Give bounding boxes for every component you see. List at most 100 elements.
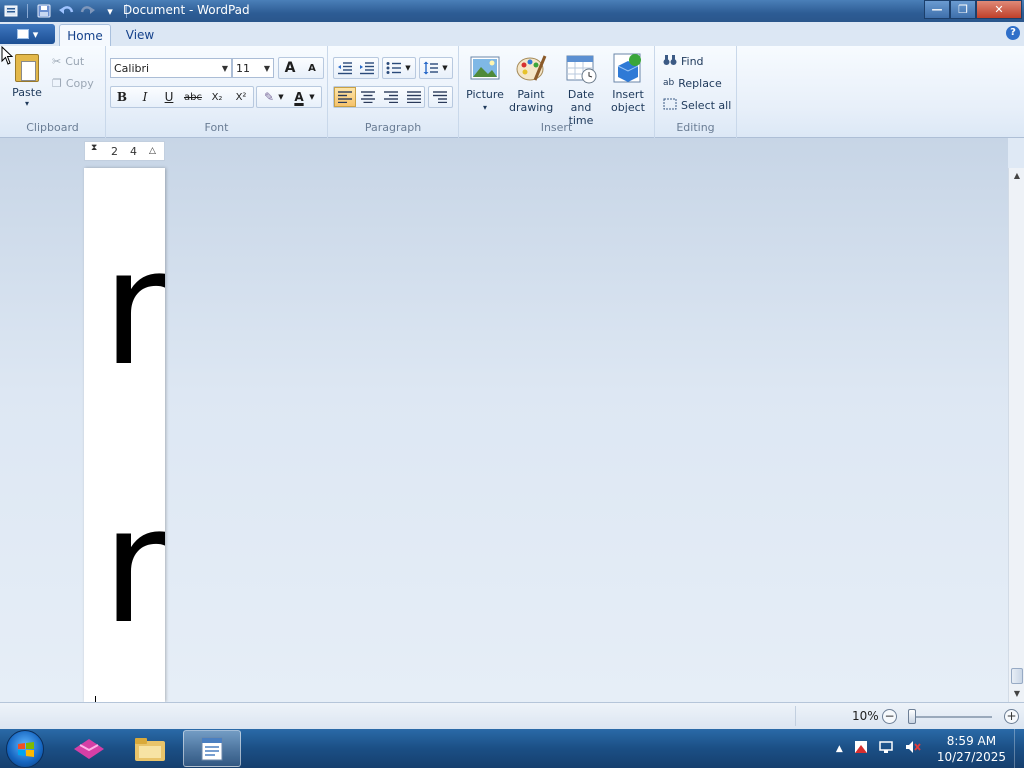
clock-date: 10/27/2025 bbox=[936, 749, 1006, 764]
chevron-down-icon[interactable]: ▼ bbox=[403, 58, 413, 78]
scroll-up-icon[interactable]: ▲ bbox=[1009, 168, 1024, 184]
network-icon[interactable] bbox=[879, 739, 895, 758]
scroll-thumb[interactable] bbox=[1011, 668, 1023, 684]
show-hidden-icons-icon[interactable]: ▲ bbox=[836, 744, 843, 754]
tab-home[interactable]: Home bbox=[59, 24, 111, 46]
scissors-icon: ✂ bbox=[52, 54, 62, 68]
show-desktop-button[interactable] bbox=[1014, 729, 1024, 768]
first-line-indent-icon[interactable]: ⧗ bbox=[91, 143, 97, 153]
customize-qat-icon[interactable]: ▾ bbox=[101, 3, 119, 19]
taskbar-explorer[interactable] bbox=[121, 730, 179, 767]
zoom-level: 10% bbox=[852, 709, 879, 723]
find-label: Find bbox=[681, 54, 704, 68]
chevron-down-icon[interactable]: ▼ bbox=[307, 87, 317, 107]
chevron-down-icon: ▾ bbox=[482, 103, 487, 112]
qat-separator bbox=[27, 4, 28, 18]
system-tray: ▲ 8:59 AM 10/27/2025 bbox=[836, 729, 1006, 768]
paint-label-line1: Paint bbox=[517, 88, 545, 101]
font-size-value: 11 bbox=[236, 61, 250, 75]
insert-object-button[interactable]: Insert object bbox=[609, 52, 647, 114]
volume-muted-icon[interactable] bbox=[905, 739, 921, 758]
chevron-down-icon[interactable]: ▼ bbox=[276, 87, 286, 107]
font-family-value: Calibri bbox=[114, 61, 150, 75]
insert-group: Picture ▾ Paint drawing Date and time In… bbox=[459, 46, 655, 138]
undo-icon[interactable] bbox=[57, 3, 75, 19]
paint-drawing-button[interactable]: Paint drawing bbox=[509, 52, 553, 114]
save-icon[interactable] bbox=[35, 3, 53, 19]
copy-button[interactable]: ❐ Copy bbox=[52, 74, 94, 92]
window-title: Document - WordPad bbox=[123, 3, 250, 17]
align-right-icon[interactable] bbox=[380, 87, 402, 107]
application-menu-button[interactable]: ▾ bbox=[0, 24, 55, 44]
ruler[interactable]: ⧗ 2 4 △ bbox=[84, 141, 165, 161]
app-pink-icon bbox=[74, 738, 104, 759]
windows-logo-icon bbox=[18, 742, 34, 757]
paragraph-settings-icon[interactable] bbox=[429, 87, 451, 107]
ruler-mark: 4 bbox=[130, 145, 137, 158]
scroll-down-icon[interactable]: ▼ bbox=[1009, 686, 1024, 702]
wordpad-icon[interactable] bbox=[2, 3, 20, 19]
right-indent-icon[interactable]: △ bbox=[149, 146, 156, 156]
taskbar-app-pink[interactable] bbox=[60, 730, 118, 767]
select-all-label: Select all bbox=[681, 98, 732, 112]
font-family-select[interactable]: Calibri ▼ bbox=[110, 58, 232, 78]
paint-palette-icon bbox=[515, 52, 547, 84]
taskbar-wordpad[interactable] bbox=[183, 730, 241, 767]
zoom-slider-track[interactable] bbox=[910, 716, 992, 718]
binoculars-icon bbox=[663, 54, 677, 69]
italic-button[interactable]: I bbox=[134, 87, 156, 107]
insert-group-label: Insert bbox=[540, 121, 573, 134]
date-label-line1: Date and bbox=[567, 88, 595, 114]
zoom-out-button[interactable]: − bbox=[882, 709, 897, 724]
strikethrough-button[interactable]: abc bbox=[182, 87, 204, 107]
clock[interactable]: 8:59 AM 10/27/2025 bbox=[937, 733, 1006, 765]
subscript-button[interactable]: X₂ bbox=[206, 87, 228, 107]
start-button[interactable] bbox=[6, 730, 44, 768]
justify-icon[interactable] bbox=[403, 87, 425, 107]
redo-icon[interactable] bbox=[79, 3, 97, 19]
tab-view[interactable]: View bbox=[115, 24, 165, 46]
date-time-button[interactable]: Date and time bbox=[557, 52, 605, 127]
ribbon-tab-bar: ▾ Home View ? bbox=[0, 22, 1024, 46]
clock-time: 8:59 AM bbox=[946, 733, 997, 748]
line-spacing-icon[interactable] bbox=[420, 58, 442, 78]
minimize-button[interactable]: — bbox=[924, 0, 950, 19]
zoom-in-button[interactable]: + bbox=[1004, 709, 1019, 724]
object-icon bbox=[612, 52, 644, 84]
picture-button[interactable]: Picture ▾ bbox=[465, 52, 505, 114]
paragraph-group-label: Paragraph bbox=[364, 121, 422, 134]
status-bar: 10% − + bbox=[0, 702, 1024, 729]
cut-button[interactable]: ✂ Cut bbox=[52, 52, 84, 70]
help-icon[interactable]: ? bbox=[1006, 26, 1020, 40]
vertical-scrollbar[interactable]: ▲ ▼ bbox=[1008, 168, 1024, 702]
replace-button[interactable]: ab Replace bbox=[663, 74, 722, 92]
increase-indent-icon[interactable] bbox=[356, 58, 378, 78]
status-divider bbox=[795, 706, 796, 726]
font-size-select[interactable]: 11 ▼ bbox=[232, 58, 274, 78]
underline-button[interactable]: U bbox=[158, 87, 180, 107]
shrink-font-button[interactable]: A bbox=[301, 58, 323, 78]
select-all-button[interactable]: Select all bbox=[663, 96, 731, 114]
superscript-button[interactable]: X² bbox=[230, 87, 252, 107]
wordpad-taskbar-icon bbox=[201, 737, 223, 760]
taskbar: ▲ 8:59 AM 10/27/2025 bbox=[0, 729, 1024, 768]
replace-label: Replace bbox=[678, 76, 722, 90]
title-bar: ▾ Document - WordPad — ❐ ✕ bbox=[0, 0, 1024, 22]
zoom-slider-thumb[interactable] bbox=[908, 709, 916, 724]
grow-font-button[interactable]: A bbox=[279, 58, 301, 78]
find-button[interactable]: Find bbox=[663, 52, 704, 70]
bullet-list-icon[interactable] bbox=[383, 58, 405, 78]
bold-button[interactable]: B bbox=[111, 87, 133, 107]
align-left-icon[interactable] bbox=[334, 87, 356, 107]
align-center-icon[interactable] bbox=[357, 87, 379, 107]
maximize-button[interactable]: ❐ bbox=[950, 0, 976, 19]
chevron-down-icon: ▼ bbox=[263, 64, 270, 73]
action-center-icon[interactable] bbox=[853, 739, 869, 758]
copy-icon: ❐ bbox=[52, 76, 62, 90]
decrease-indent-icon[interactable] bbox=[334, 58, 356, 78]
close-button[interactable]: ✕ bbox=[976, 0, 1022, 19]
document-page[interactable]: n n bbox=[84, 168, 165, 702]
clipboard-group-label: Clipboard bbox=[26, 121, 79, 134]
chevron-down-icon[interactable]: ▼ bbox=[440, 58, 450, 78]
document-text: n bbox=[102, 472, 165, 659]
